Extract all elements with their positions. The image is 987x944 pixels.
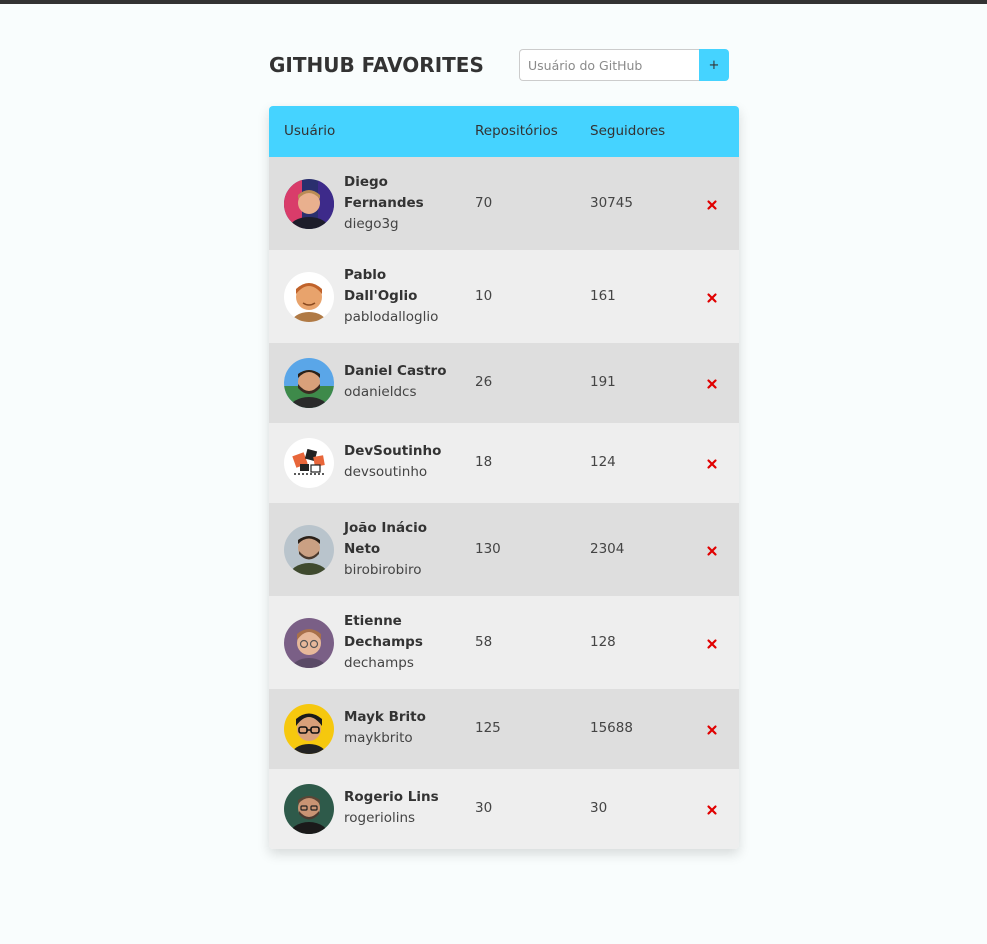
followers-count: 2304 bbox=[590, 541, 625, 557]
close-icon[interactable] bbox=[705, 456, 719, 470]
followers-count: 124 bbox=[590, 454, 616, 470]
avatar bbox=[284, 179, 334, 229]
repos-count: 70 bbox=[475, 195, 493, 211]
page-title: GITHUB FAVORITES bbox=[269, 53, 484, 77]
search-input[interactable] bbox=[519, 49, 699, 81]
close-icon[interactable] bbox=[705, 376, 719, 390]
user-info: Diego Fernandes diego3g bbox=[344, 172, 464, 235]
user-info: Mayk Brito maykbrito bbox=[344, 707, 464, 749]
user-info: Rogerio Lins rogeriolins bbox=[344, 787, 464, 829]
user-info: Pablo Dall'Oglio pablodalloglio bbox=[344, 265, 464, 328]
header: GITHUB FAVORITES + bbox=[269, 49, 729, 81]
close-icon[interactable] bbox=[705, 802, 719, 816]
table-row: Pablo Dall'Oglio pablodalloglio 10 161 bbox=[269, 250, 739, 343]
table-row: Etienne Dechamps dechamps 58 128 bbox=[269, 596, 739, 689]
avatar bbox=[284, 525, 334, 575]
followers-count: 191 bbox=[590, 374, 616, 390]
user-login: maykbrito bbox=[344, 730, 413, 746]
followers-count: 30 bbox=[590, 800, 608, 816]
search-form: + bbox=[519, 49, 729, 81]
close-icon[interactable] bbox=[705, 543, 719, 557]
user-login: diego3g bbox=[344, 216, 399, 232]
close-icon[interactable] bbox=[705, 197, 719, 211]
avatar bbox=[284, 272, 334, 322]
close-icon[interactable] bbox=[705, 290, 719, 304]
user-name: Diego Fernandes bbox=[344, 174, 424, 211]
user-info: DevSoutinho devsoutinho bbox=[344, 441, 464, 483]
user-name: Mayk Brito bbox=[344, 709, 426, 725]
table-row: Mayk Brito maykbrito 125 15688 bbox=[269, 689, 739, 769]
avatar bbox=[284, 438, 334, 488]
avatar bbox=[284, 358, 334, 408]
column-header-followers: Seguidores bbox=[590, 123, 666, 139]
close-icon[interactable] bbox=[705, 722, 719, 736]
repos-count: 130 bbox=[475, 541, 501, 557]
repos-count: 125 bbox=[475, 720, 501, 736]
avatar bbox=[284, 704, 334, 754]
user-name: Rogerio Lins bbox=[344, 789, 439, 805]
repos-count: 26 bbox=[475, 374, 493, 390]
followers-count: 128 bbox=[590, 634, 616, 650]
table-row: DevSoutinho devsoutinho 18 124 bbox=[269, 423, 739, 503]
user-login: pablodalloglio bbox=[344, 309, 439, 325]
top-bar bbox=[0, 0, 987, 4]
avatar bbox=[284, 618, 334, 668]
user-info: Daniel Castro odanieldcs bbox=[344, 361, 464, 403]
avatar bbox=[284, 784, 334, 834]
table-row: João Inácio Neto birobirobiro 130 2304 bbox=[269, 503, 739, 596]
user-info: Etienne Dechamps dechamps bbox=[344, 611, 464, 674]
repos-count: 10 bbox=[475, 288, 493, 304]
user-name: João Inácio Neto bbox=[344, 520, 428, 557]
close-icon[interactable] bbox=[705, 636, 719, 650]
user-name: Etienne Dechamps bbox=[344, 613, 423, 650]
followers-count: 30745 bbox=[590, 195, 633, 211]
repos-count: 18 bbox=[475, 454, 493, 470]
table-row: Rogerio Lins rogeriolins 30 30 bbox=[269, 769, 739, 849]
table-row: Diego Fernandes diego3g 70 30745 bbox=[269, 157, 739, 250]
column-header-repos: Repositórios bbox=[475, 123, 558, 139]
favorites-table: Usuário Repositórios Seguidores Diego Fe… bbox=[269, 106, 739, 849]
column-header-user: Usuário bbox=[284, 123, 336, 139]
repos-count: 30 bbox=[475, 800, 493, 816]
table-header: Usuário Repositórios Seguidores bbox=[269, 106, 739, 157]
user-info: João Inácio Neto birobirobiro bbox=[344, 518, 464, 581]
repos-count: 58 bbox=[475, 634, 493, 650]
user-login: birobirobiro bbox=[344, 562, 422, 578]
user-name: DevSoutinho bbox=[344, 443, 442, 459]
user-login: rogeriolins bbox=[344, 810, 416, 826]
user-name: Pablo Dall'Oglio bbox=[344, 267, 418, 304]
user-login: odanieldcs bbox=[344, 384, 417, 400]
user-login: dechamps bbox=[344, 655, 414, 671]
user-name: Daniel Castro bbox=[344, 363, 447, 379]
followers-count: 161 bbox=[590, 288, 616, 304]
add-button[interactable]: + bbox=[699, 49, 729, 81]
followers-count: 15688 bbox=[590, 720, 633, 736]
user-login: devsoutinho bbox=[344, 464, 428, 480]
table-row: Daniel Castro odanieldcs 26 191 bbox=[269, 343, 739, 423]
